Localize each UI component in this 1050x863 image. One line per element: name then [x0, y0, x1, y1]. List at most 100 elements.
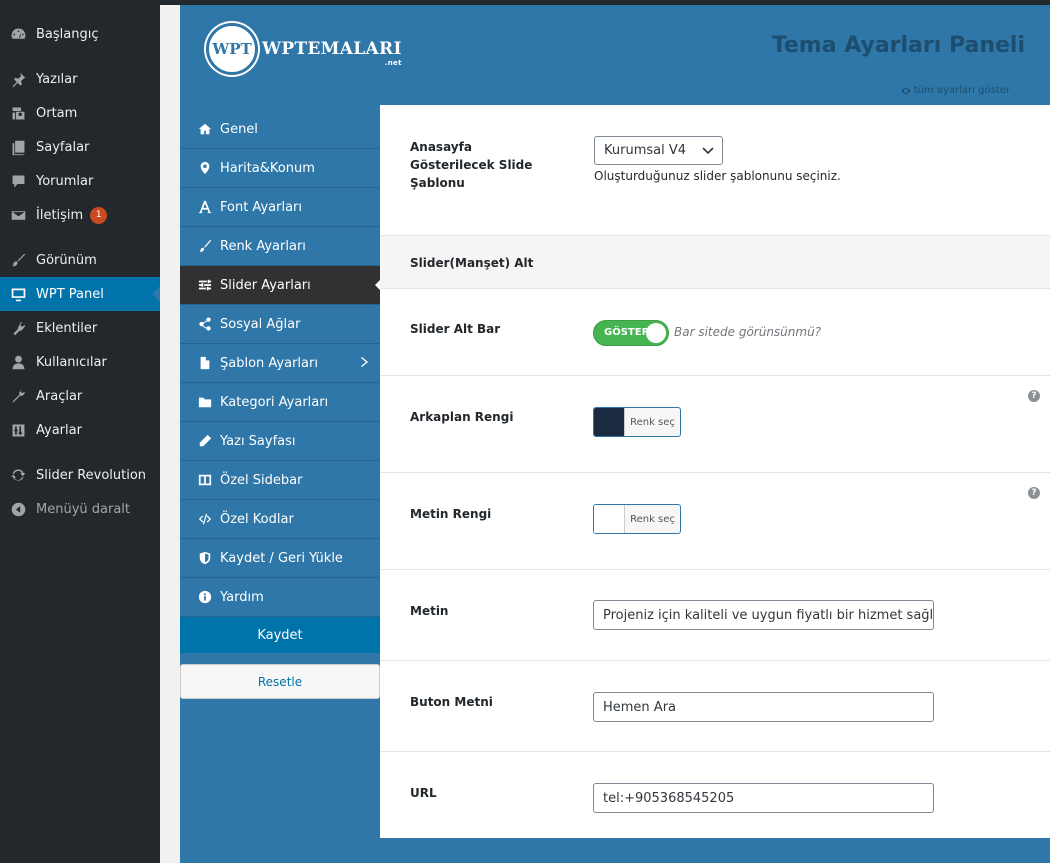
wp-menu-appearance[interactable]: Görünüm: [0, 243, 160, 277]
nav-item-kaydet-geri-yukle[interactable]: Kaydet / Geri Yükle: [180, 539, 380, 578]
brush-icon: [9, 251, 27, 269]
wp-menu-slider-revolution[interactable]: Slider Revolution: [0, 458, 160, 492]
toggle-knob: [646, 323, 666, 343]
row-slider-alt-bar: Slider Alt Bar GÖSTER Bar sitede görünsü…: [380, 289, 1050, 376]
media-icon: [9, 104, 27, 122]
sliders-icon: [197, 278, 212, 293]
nav-item-yazi-sayfasi[interactable]: Yazı Sayfası: [180, 422, 380, 461]
url-label: URL: [410, 786, 437, 800]
theme-settings-panel: WPT WPTEMALARI .net Tema Ayarları Paneli…: [180, 5, 1050, 863]
background-color-picker[interactable]: Renk seç: [593, 407, 681, 437]
nav-item-yardim[interactable]: Yardım: [180, 578, 380, 617]
nav-item-slider-ayarlari[interactable]: Slider Ayarları: [180, 266, 381, 305]
wp-menu-settings[interactable]: Ayarlar: [0, 413, 160, 447]
help-icon[interactable]: ?: [1028, 487, 1040, 499]
panel-header: WPT WPTEMALARI .net Tema Ayarları Paneli…: [180, 5, 1050, 105]
paint-brush-icon: [197, 239, 212, 254]
url-input[interactable]: tel:+905368545205: [593, 783, 934, 813]
wp-menu-users[interactable]: Kullanıcılar: [0, 345, 160, 379]
text-color-swatch: [594, 505, 625, 533]
wptemalari-logo: WPT WPTEMALARI .net: [206, 23, 402, 75]
content-frame: WPT WPTEMALARI .net Tema Ayarları Paneli…: [160, 5, 1050, 863]
wp-menu-wpt-panel[interactable]: WPT Panel: [0, 277, 160, 311]
settings-nav: Genel Harita&Konum Font Ayarları Renk Ay…: [180, 110, 381, 699]
monitor-icon: [9, 285, 27, 303]
pencil-icon: [197, 434, 212, 449]
background-color-label: Arkaplan Rengi: [410, 410, 514, 424]
chevron-down-icon: [702, 147, 714, 155]
wp-menu-comments[interactable]: Yorumlar: [0, 164, 160, 198]
help-icon[interactable]: ?: [1028, 390, 1040, 402]
collapse-icon: [9, 500, 27, 518]
nav-item-sosyal-aglar[interactable]: Sosyal Ağlar: [180, 305, 380, 344]
logo-net: .net: [384, 59, 402, 67]
share-icon: [197, 317, 212, 332]
refresh-icon: [9, 466, 27, 484]
file-icon: [197, 356, 212, 371]
nav-item-harita-konum[interactable]: Harita&Konum: [180, 149, 380, 188]
row-background-color: Arkaplan Rengi Renk seç ?: [380, 376, 1050, 473]
logo-text: WPTEMALARI: [262, 39, 402, 59]
show-all-settings-link[interactable]: tüm ayarları göster: [901, 85, 1010, 96]
text-color-label: Metin Rengi: [410, 507, 492, 521]
wp-menu-dashboard[interactable]: Başlangıç: [0, 17, 160, 51]
pages-icon: [9, 138, 27, 156]
info-icon: [197, 590, 212, 605]
wp-admin-sidebar: Başlangıç Yazılar Ortam Sayfalar Yorumla…: [0, 5, 160, 863]
row-url: URL tel:+905368545205: [380, 752, 1050, 838]
button-text-label: Buton Metni: [410, 695, 493, 709]
slide-template-description: Oluşturduğunuz slider şablonunu seçiniz.: [594, 169, 841, 183]
wp-menu-contact[interactable]: İletişim 1: [0, 198, 160, 232]
toggle-label: GÖSTER: [604, 327, 650, 338]
row-text: Metin Projeniz için kaliteli ve uygun fi…: [380, 570, 1050, 661]
row-button-text: Buton Metni Hemen Ara: [380, 661, 1050, 752]
nav-item-sablon-ayarlari[interactable]: Şablon Ayarları: [180, 344, 380, 383]
chevron-right-icon: [360, 356, 370, 372]
wp-menu-plugins[interactable]: Eklentiler: [0, 311, 160, 345]
background-color-swatch: [594, 408, 625, 436]
font-icon: [197, 200, 212, 215]
wp-menu-media[interactable]: Ortam: [0, 96, 160, 130]
wp-menu-pages[interactable]: Sayfalar: [0, 130, 160, 164]
nav-item-kategori-ayarlari[interactable]: Kategori Ayarları: [180, 383, 380, 422]
code-icon: [197, 512, 212, 527]
text-color-picker[interactable]: Renk seç: [593, 504, 681, 534]
row-slide-template: Anasayfa Gösterilecek Slide Şablonu Kuru…: [380, 105, 1050, 236]
dashboard-icon: [9, 25, 27, 43]
columns-icon: [197, 473, 212, 488]
nav-item-font-ayarlari[interactable]: Font Ayarları: [180, 188, 380, 227]
wrench-icon: [9, 387, 27, 405]
text-input[interactable]: Projeniz için kaliteli ve uygun fiyatlı …: [593, 600, 934, 630]
nav-item-genel[interactable]: Genel: [180, 110, 380, 149]
nav-item-ozel-kodlar[interactable]: Özel Kodlar: [180, 500, 380, 539]
pin-icon: [9, 70, 27, 88]
wp-menu-posts[interactable]: Yazılar: [0, 62, 160, 96]
slide-template-label: Anasayfa Gösterilecek Slide Şablonu: [410, 140, 533, 190]
slider-alt-bar-label: Slider Alt Bar: [410, 322, 501, 336]
slide-template-select[interactable]: Kurumsal V4: [594, 136, 723, 165]
eye-icon: [901, 87, 911, 94]
home-icon: [197, 122, 212, 137]
save-button[interactable]: Kaydet: [180, 617, 380, 653]
page-title: Tema Ayarları Paneli: [771, 33, 1025, 58]
mail-icon: [9, 206, 27, 224]
user-icon: [9, 353, 27, 371]
settings-icon: [9, 421, 27, 439]
folder-icon: [197, 395, 212, 410]
nav-item-ozel-sidebar[interactable]: Özel Sidebar: [180, 461, 380, 500]
notification-badge: 1: [90, 206, 108, 224]
shield-icon: [197, 551, 212, 566]
slider-alt-bar-toggle[interactable]: GÖSTER: [593, 320, 669, 346]
wp-menu-tools[interactable]: Araçlar: [0, 379, 160, 413]
wp-menu-collapse[interactable]: Menüyü daralt: [0, 492, 160, 526]
text-label: Metin: [410, 604, 449, 618]
row-text-color: Metin Rengi Renk seç ?: [380, 473, 1050, 570]
slider-alt-bar-description: Bar sitede görünsünmü?: [674, 325, 822, 339]
comment-icon: [9, 172, 27, 190]
section-title: Slider(Manşet) Alt: [410, 256, 534, 270]
map-marker-icon: [197, 161, 212, 176]
nav-item-renk-ayarlari[interactable]: Renk Ayarları: [180, 227, 380, 266]
button-text-input[interactable]: Hemen Ara: [593, 692, 934, 722]
logo-mark: WPT: [206, 23, 258, 75]
reset-button[interactable]: Resetle: [180, 664, 380, 699]
